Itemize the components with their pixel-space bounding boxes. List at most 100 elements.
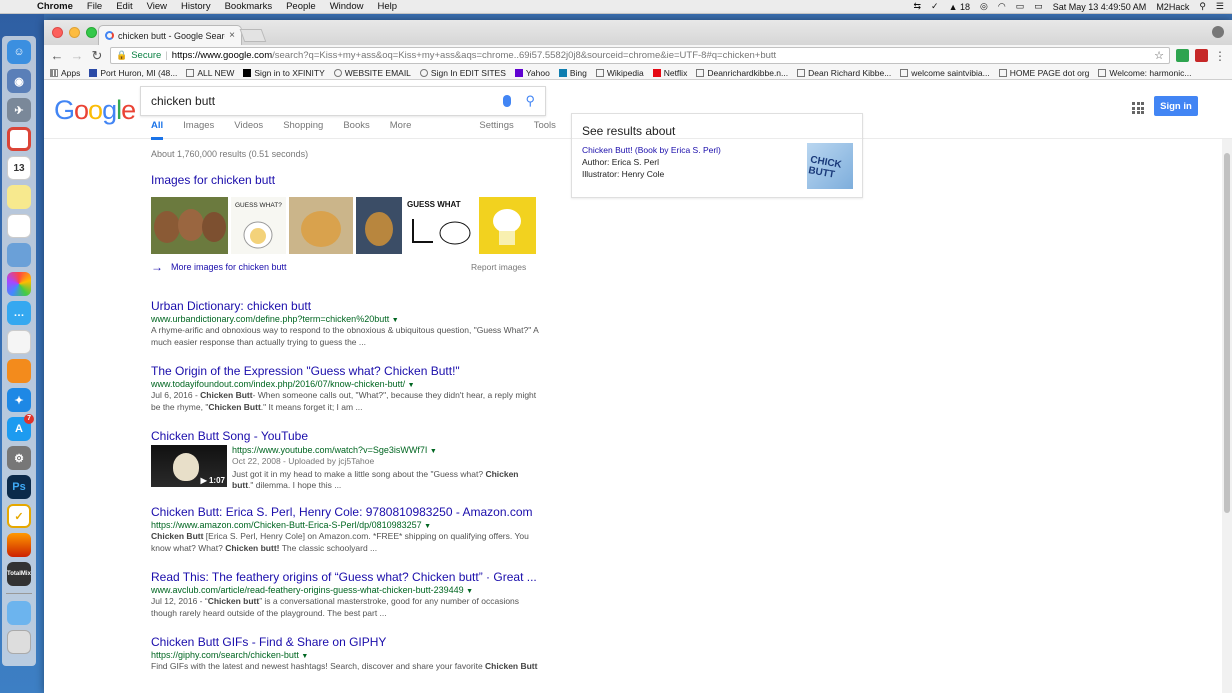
bookmark-edit-sites[interactable]: Sign In EDIT SITES	[419, 68, 506, 78]
tab-books[interactable]: Books	[343, 120, 369, 140]
launchpad-icon[interactable]: ✈	[7, 98, 31, 122]
wifi-icon[interactable]: ◠	[998, 1, 1006, 12]
bookmark-deanrichardkibbe[interactable]: Deanrichardkibbe.n...	[696, 68, 788, 78]
preview-icon[interactable]	[7, 243, 31, 267]
result-title-link[interactable]: Chicken Butt Song - YouTube	[151, 429, 541, 443]
google-logo[interactable]: Google	[54, 95, 136, 126]
google-apps-icon[interactable]	[1132, 102, 1144, 114]
app-store-icon[interactable]: A7	[7, 414, 34, 441]
search-input[interactable]: chicken butt ⚲	[140, 86, 546, 116]
menu-bookmarks[interactable]: Bookmarks	[218, 1, 280, 12]
menu-file[interactable]: File	[80, 1, 109, 12]
zoom-window-button[interactable]	[86, 27, 97, 38]
messages-icon[interactable]: …	[7, 301, 31, 325]
dropdown-arrow-icon[interactable]: ▼	[466, 588, 473, 595]
dropdown-arrow-icon[interactable]: ▼	[408, 382, 415, 389]
microphone-icon[interactable]	[503, 95, 512, 107]
menu-edit[interactable]: Edit	[109, 1, 139, 12]
totalmix-icon[interactable]: TotalMix	[7, 562, 31, 586]
fire-app-icon[interactable]	[7, 533, 31, 557]
menu-app-chrome[interactable]: Chrome	[30, 1, 80, 12]
norton-icon[interactable]: ✓	[7, 504, 31, 528]
textedit-icon[interactable]	[7, 330, 31, 354]
bookmark-website-email[interactable]: WEBSITE EMAIL	[333, 68, 411, 78]
dropdown-arrow-icon[interactable]: ▼	[392, 317, 399, 324]
sign-in-button[interactable]: Sign in	[1154, 96, 1198, 116]
photoshop-icon[interactable]: Ps	[7, 475, 31, 499]
accessibility-icon[interactable]: ◎	[980, 1, 988, 12]
trash-icon[interactable]	[7, 630, 31, 654]
bookmark-bing[interactable]: Bing	[558, 68, 587, 78]
page-scrollbar[interactable]	[1222, 139, 1232, 693]
clock-text[interactable]: Sat May 13 4:49:50 AM	[1053, 2, 1147, 12]
bookmark-xfinity[interactable]: Sign in to XFINITY	[243, 68, 325, 78]
result-title-link[interactable]: Urban Dictionary: chicken butt	[151, 299, 541, 313]
hen-rear-thumbnail[interactable]	[356, 197, 402, 254]
bookmark-yahoo[interactable]: Yahoo	[514, 68, 550, 78]
guess-what-cartoon-thumbnail[interactable]: GUESS WHAT?	[231, 197, 286, 254]
result-title-link[interactable]: Chicken Butt: Erica S. Perl, Henry Cole:…	[151, 505, 541, 519]
notes-icon[interactable]	[7, 185, 31, 209]
minimize-window-button[interactable]	[69, 27, 80, 38]
menu-view[interactable]: View	[140, 1, 174, 12]
safari-icon[interactable]: ✦	[7, 388, 31, 412]
control-strip-icon[interactable]: ⇆	[913, 1, 921, 12]
siri-icon[interactable]: ◉	[7, 69, 31, 93]
notification-list-icon[interactable]: ☰	[1216, 1, 1224, 12]
reminders-icon[interactable]	[7, 214, 31, 238]
spotlight-icon[interactable]: ⚲	[1199, 1, 1206, 12]
back-arrow-icon[interactable]: ←	[50, 49, 64, 62]
bookmark-harmonic[interactable]: Welcome: harmonic...	[1098, 68, 1191, 78]
bookmark-dean-richard-kibbe[interactable]: Dean Richard Kibbe...	[797, 68, 891, 78]
downloads-folder-icon[interactable]	[7, 601, 31, 625]
chicken-image-thumbnail[interactable]	[151, 197, 228, 254]
dropdown-arrow-icon[interactable]: ▼	[430, 448, 437, 455]
bookmark-netflix[interactable]: Netflix	[652, 68, 687, 78]
hen-photo-thumbnail[interactable]	[289, 197, 353, 254]
bookmark-home-page[interactable]: HOME PAGE dot org	[998, 68, 1089, 78]
checkmark-icon[interactable]: ✓	[931, 1, 939, 12]
adobe-icon[interactable]: ▲ 18	[949, 2, 970, 12]
tab-settings[interactable]: Settings	[479, 120, 513, 140]
bookmark-saintvibia[interactable]: welcome saintvibia...	[900, 68, 990, 78]
more-images-link[interactable]: → More images for chicken butt	[151, 260, 287, 274]
address-bar[interactable]: 🔒 Secure | https://www.google.com/search…	[110, 47, 1170, 64]
bookmark-all-new[interactable]: ALL NEW	[186, 68, 234, 78]
user-name[interactable]: M2Hack	[1156, 2, 1189, 12]
calendar-icon[interactable]: 13	[7, 156, 31, 180]
bookmark-port-huron[interactable]: Port Huron, MI (48...	[89, 68, 177, 78]
tab-more[interactable]: More	[390, 120, 412, 140]
dropdown-arrow-icon[interactable]: ▼	[424, 523, 431, 530]
guess-what-drawing-thumbnail[interactable]: GUESS WHAT	[405, 197, 476, 254]
profile-icon[interactable]	[1212, 26, 1224, 38]
forward-arrow-icon[interactable]: →	[70, 49, 84, 62]
new-tab-button[interactable]	[239, 29, 267, 42]
tab-tools[interactable]: Tools	[534, 120, 556, 140]
menu-people[interactable]: People	[279, 1, 323, 12]
images-section-heading[interactable]: Images for chicken butt	[151, 173, 275, 187]
tab-all[interactable]: All	[151, 120, 164, 140]
extension-check-icon[interactable]	[1176, 49, 1189, 62]
tab-shopping[interactable]: Shopping	[283, 120, 323, 140]
reload-icon[interactable]: ↻	[90, 49, 104, 62]
chrome-menu-icon[interactable]: ⋮	[1214, 49, 1226, 63]
ibooks-icon[interactable]	[7, 359, 31, 383]
chrome-icon[interactable]	[7, 127, 31, 151]
photos-icon[interactable]	[7, 272, 31, 296]
tab-images[interactable]: Images	[183, 120, 214, 140]
book-cover-image[interactable]: CHICK BUTT	[807, 143, 853, 189]
system-preferences-icon[interactable]: ⚙	[7, 446, 31, 470]
cartoon-chicken-thumbnail[interactable]	[479, 197, 536, 254]
result-title-link[interactable]: Read This: The feathery origins of “Gues…	[151, 570, 541, 584]
result-title-link[interactable]: Chicken Butt GIFs - Find & Share on GIPH…	[151, 635, 541, 649]
dropdown-arrow-icon[interactable]: ▼	[301, 653, 308, 660]
scrollbar-thumb[interactable]	[1224, 153, 1230, 513]
tab-close-icon[interactable]: ×	[229, 30, 235, 41]
menu-window[interactable]: Window	[323, 1, 371, 12]
video-thumbnail[interactable]: ▶ 1:07	[151, 445, 227, 487]
tab-google-search[interactable]: chicken butt - Google Search ×	[98, 25, 242, 45]
bookmark-star-icon[interactable]: ☆	[1154, 49, 1164, 62]
tab-videos[interactable]: Videos	[234, 120, 263, 140]
result-title-link[interactable]: The Origin of the Expression "Guess what…	[151, 364, 541, 378]
finder-icon[interactable]: ☺	[7, 40, 31, 64]
